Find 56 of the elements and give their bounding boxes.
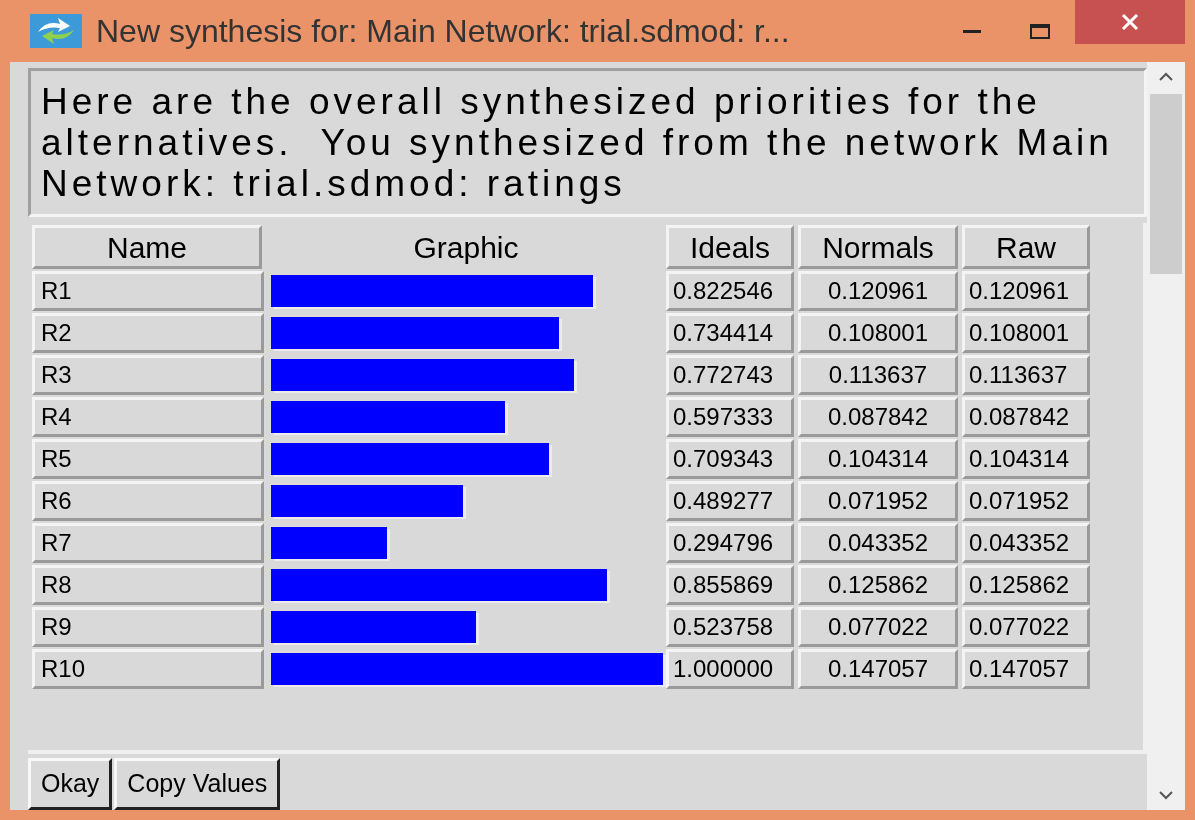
table-cell: 0.597333 [666, 397, 794, 437]
column-header: Ideals [666, 225, 794, 269]
scroll-down-icon[interactable] [1159, 790, 1173, 800]
table-cell: R6 [32, 481, 264, 521]
dialog-button[interactable]: Copy Values [114, 758, 281, 810]
close-icon [1120, 14, 1140, 30]
table-cell: 0.104314 [798, 439, 958, 479]
table-cell: R7 [32, 523, 264, 563]
column-header: Raw [962, 225, 1090, 269]
close-button[interactable] [1075, 0, 1185, 44]
table-cell: 0.523758 [666, 607, 794, 647]
message-text: Here are the overall synthesized priorities for the alternatives. You synthesized from the network Main Network: trial.sdmod: ratings [28, 68, 1147, 217]
scroll-up-icon[interactable] [1159, 72, 1173, 82]
table-cell: 0.120961 [798, 271, 958, 311]
table-cell: 0.113637 [798, 355, 958, 395]
table-cell: 0.043352 [962, 523, 1090, 563]
column-header: Graphic [412, 229, 520, 266]
table-cell: R10 [32, 649, 264, 689]
table-cell: 0.108001 [962, 313, 1090, 353]
table-cell: 0.113637 [962, 355, 1090, 395]
column-header: Normals [798, 225, 958, 269]
table-cell: 0.489277 [666, 481, 794, 521]
table-cell: 0.709343 [666, 439, 794, 479]
table-cell: R4 [32, 397, 264, 437]
table-cell: 0.087842 [798, 397, 958, 437]
table-cell: 0.855869 [666, 565, 794, 605]
table-cell: R5 [32, 439, 264, 479]
column-header: Name [32, 225, 262, 269]
table-cell: R8 [32, 565, 264, 605]
table-cell: 0.043352 [798, 523, 958, 563]
table-cell: 1.000000 [666, 649, 794, 689]
table-cell: 0.734414 [666, 313, 794, 353]
table-cell: R9 [32, 607, 264, 647]
scroll-bar[interactable] [1147, 62, 1185, 810]
table-cell: 0.071952 [962, 481, 1090, 521]
table-cell: 0.294796 [666, 523, 794, 563]
table-cell: 0.822546 [666, 271, 794, 311]
window-title: New synthesis for: Main Network: trial.sdmod: r... [96, 12, 790, 51]
table-cell: 0.108001 [798, 313, 958, 353]
scroll-thumb[interactable] [1150, 94, 1182, 274]
table-cell: R2 [32, 313, 264, 353]
table-cell: 0.772743 [666, 355, 794, 395]
table-cell: 0.147057 [962, 649, 1090, 689]
table-cell: 0.104314 [962, 439, 1090, 479]
dialog-button[interactable]: Okay [28, 758, 113, 810]
table-cell: 0.147057 [798, 649, 958, 689]
table-cell: 0.077022 [798, 607, 958, 647]
table-cell: 0.077022 [962, 607, 1090, 647]
table-cell: R1 [32, 271, 264, 311]
table-cell: 0.125862 [962, 565, 1090, 605]
table-cell: 0.125862 [798, 565, 958, 605]
table-cell: 0.120961 [962, 271, 1090, 311]
table-cell: 0.071952 [798, 481, 958, 521]
table-cell: R3 [32, 355, 264, 395]
app-icon [30, 14, 82, 48]
table-cell: 0.087842 [962, 397, 1090, 437]
